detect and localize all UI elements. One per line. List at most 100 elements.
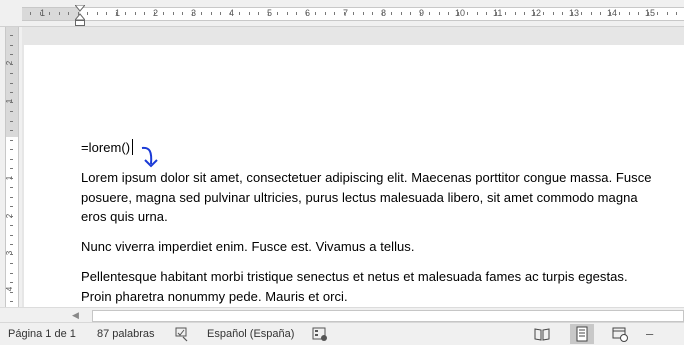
vruler-minor-tick [10, 216, 13, 217]
ruler-minor-tick [59, 12, 60, 15]
ruler-minor-tick [325, 12, 326, 15]
proofing-icon[interactable] [174, 326, 190, 342]
ruler-minor-tick [638, 12, 639, 15]
ruler-minor-tick [477, 12, 478, 15]
vruler-minor-tick [10, 235, 13, 236]
ruler-tick: 12 [531, 8, 542, 18]
zoom-out-icon[interactable]: – [646, 326, 653, 341]
horizontal-ruler[interactable]: 1 1 2 3 4 5 6 7 8 9 10 11 12 13 14 15 [0, 0, 684, 27]
ruler-minor-tick [78, 12, 79, 15]
read-mode-icon[interactable] [534, 326, 550, 342]
document-line[interactable]: eros quis urna. [81, 209, 168, 224]
ruler-minor-tick [334, 12, 335, 15]
ruler-minor-tick [439, 12, 440, 15]
ruler-minor-tick [524, 12, 525, 15]
ruler-minor-tick [106, 12, 107, 15]
print-layout-icon[interactable] [574, 326, 590, 342]
ruler-minor-tick [600, 12, 601, 15]
document-line[interactable]: =lorem() [81, 140, 130, 155]
vruler-minor-tick [10, 149, 13, 150]
vruler-tick: 4 [5, 286, 15, 292]
ruler-minor-tick [458, 12, 459, 15]
word-count[interactable]: 87 palabras [97, 328, 155, 340]
document-line[interactable]: posuere, magna sed pulvinar ultricies, p… [81, 190, 638, 205]
ruler-minor-tick [676, 12, 677, 15]
ruler-minor-tick [287, 12, 288, 15]
status-bar: Página 1 de 1 87 palabras Español (Españ… [0, 322, 684, 345]
ruler-minor-tick [135, 12, 136, 15]
ruler-minor-tick [372, 12, 373, 15]
vruler-minor-tick [10, 73, 13, 74]
ruler-minor-tick [211, 12, 212, 15]
vruler-minor-tick [10, 225, 13, 226]
ruler-minor-tick [154, 12, 155, 15]
document-line[interactable]: Nunc viverra imperdiet enim. Fusce est. … [81, 239, 415, 254]
ruler-minor-tick [144, 12, 145, 15]
ruler-minor-tick [619, 12, 620, 15]
ruler-minor-tick [182, 12, 183, 15]
ruler-minor-tick [657, 12, 658, 15]
ruler-minor-tick [258, 12, 259, 15]
vruler-minor-tick [10, 54, 13, 55]
vruler-minor-tick [10, 168, 13, 169]
page-count[interactable]: Página 1 de 1 [8, 328, 76, 340]
ruler-minor-tick [315, 12, 316, 15]
ruler-minor-tick [410, 12, 411, 15]
ruler-minor-tick [344, 12, 345, 15]
vruler-minor-tick [10, 64, 13, 65]
text-cursor [132, 139, 133, 155]
macro-icon[interactable] [312, 326, 328, 342]
ruler-minor-tick [220, 12, 221, 15]
vruler-minor-tick [10, 92, 13, 93]
ruler-tick: 10 [455, 8, 466, 18]
ruler-minor-tick [467, 12, 468, 15]
ruler-minor-tick [562, 12, 563, 15]
vruler-minor-tick [10, 121, 13, 122]
ruler-minor-tick [591, 12, 592, 15]
horizontal-scrollbar[interactable]: ◀ [0, 307, 684, 323]
ruler-minor-tick [30, 12, 31, 15]
vruler-minor-tick [10, 206, 13, 207]
ruler-minor-tick [429, 12, 430, 15]
vertical-ruler[interactable]: 2 1 1 2 3 4 [0, 27, 22, 307]
ruler-minor-tick [610, 12, 611, 15]
ruler-minor-tick [391, 12, 392, 15]
vruler-minor-tick [10, 187, 13, 188]
language[interactable]: Español (España) [207, 328, 294, 340]
document-line[interactable]: Lorem ipsum dolor sit amet, consectetuer… [81, 170, 652, 185]
vruler-minor-tick [10, 197, 13, 198]
ruler-tick: 14 [607, 8, 618, 18]
ruler-minor-tick [515, 12, 516, 15]
document-line[interactable]: Proin pharetra nonummy pede. Mauris et o… [81, 289, 348, 304]
ruler-tick: 15 [645, 8, 656, 18]
ruler-minor-tick [401, 12, 402, 15]
ruler-minor-tick [448, 12, 449, 15]
ruler-minor-tick [296, 12, 297, 15]
indent-marker-icon[interactable] [75, 5, 85, 27]
ruler-minor-tick [268, 12, 269, 15]
ruler-minor-tick [629, 12, 630, 15]
vruler-minor-tick [10, 130, 13, 131]
ruler-minor-tick [163, 12, 164, 15]
ruler-minor-tick [116, 12, 117, 15]
scrollbar-thumb[interactable] [92, 310, 684, 322]
curved-arrow-icon [141, 146, 158, 168]
ruler-minor-tick [87, 12, 88, 15]
ruler-minor-tick [192, 12, 193, 15]
vruler-minor-tick [10, 140, 13, 141]
vruler-minor-tick [10, 159, 13, 160]
ruler-minor-tick [353, 12, 354, 15]
ruler-minor-tick [49, 12, 50, 15]
vruler-minor-tick [10, 263, 13, 264]
ruler-minor-tick [277, 12, 278, 15]
ruler-minor-tick [97, 12, 98, 15]
document-line[interactable]: Pellentesque habitant morbi tristique se… [81, 269, 628, 284]
scroll-left-icon[interactable]: ◀ [72, 310, 79, 321]
ruler-minor-tick [572, 12, 573, 15]
ruler-minor-tick [201, 12, 202, 15]
ruler-minor-tick [667, 12, 668, 15]
ruler-minor-tick [553, 12, 554, 15]
ruler-minor-tick [230, 12, 231, 15]
web-layout-icon[interactable] [612, 326, 628, 342]
vruler-minor-tick [10, 45, 13, 46]
